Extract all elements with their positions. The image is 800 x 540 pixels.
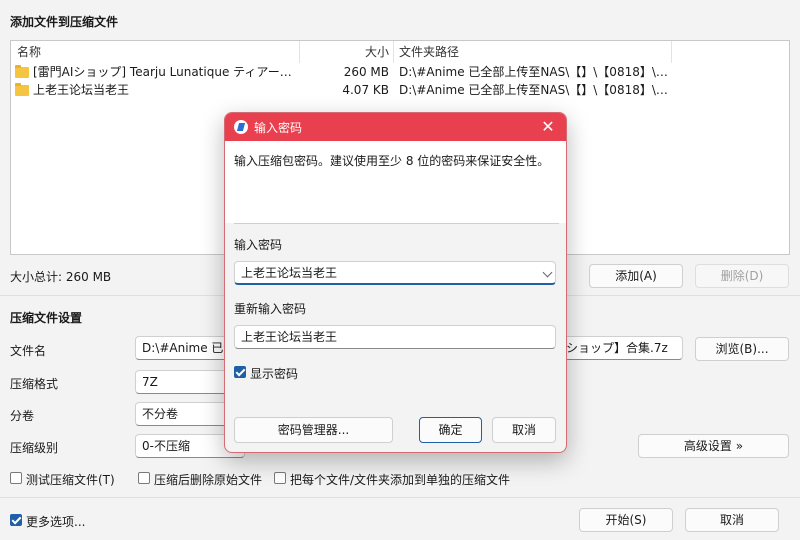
app-icon — [234, 120, 248, 134]
close-icon[interactable]: ✕ — [540, 118, 556, 136]
column-header-name[interactable]: 名称 — [17, 41, 41, 63]
delete-after-label[interactable]: 压缩后删除原始文件 — [154, 471, 262, 488]
test-archive-checkbox[interactable] — [10, 472, 22, 484]
more-options-checkbox[interactable] — [10, 514, 22, 526]
password-dialog: 输入密码 ✕ 输入压缩包密码。建议使用至少 8 位的密码来保证安全性。 输入密码… — [224, 112, 567, 453]
file-row[interactable]: [雷門AIショップ] Tearju Lunatique ティアーユ・... 26… — [11, 63, 789, 82]
file-size: 4.07 KB — [342, 83, 389, 97]
delete-button[interactable]: 删除(D) — [695, 264, 789, 288]
chevron-down-icon[interactable] — [542, 267, 553, 278]
volume-value: 不分卷 — [142, 407, 179, 421]
level-value: 0-不压缩 — [142, 439, 190, 453]
delete-after-checkbox[interactable] — [138, 472, 150, 484]
file-list-header: 名称 大小 文件夹路径 — [11, 41, 789, 63]
format-value: 7Z — [142, 375, 158, 389]
level-label: 压缩级别 — [10, 441, 59, 455]
folder-icon — [15, 83, 29, 96]
file-size: 260 MB — [343, 65, 389, 79]
dialog-divider — [234, 223, 559, 224]
separate-archives-checkbox[interactable] — [274, 472, 286, 484]
show-password-label[interactable]: 显示密码 — [250, 365, 298, 382]
cancel-button[interactable]: 取消 — [685, 508, 779, 532]
file-row[interactable]: 上老王论坛当老王 4.07 KB D:\#Anime 已全部上传至NAS\【】\… — [11, 81, 789, 100]
format-label: 压缩格式 — [10, 377, 59, 391]
reenter-password-value: 上老王论坛当老王 — [241, 330, 338, 344]
dialog-hint-area: 输入压缩包密码。建议使用至少 8 位的密码来保证安全性。 — [225, 141, 566, 223]
filename-value: D:\#Anime 已全 — [142, 341, 236, 355]
column-header-size[interactable]: 大小 — [301, 41, 389, 63]
test-archive-label[interactable]: 测试压缩文件(T) — [26, 471, 115, 488]
password-manager-button[interactable]: 密码管理器... — [234, 417, 393, 443]
password-value: 上老王论坛当老王 — [241, 266, 338, 280]
settings-section-title: 压缩文件设置 — [10, 311, 83, 325]
start-button[interactable]: 开始(S) — [579, 508, 673, 532]
file-path: D:\#Anime 已全部上传至NAS\【】\【0818】\【... — [399, 83, 669, 97]
column-header-path[interactable]: 文件夹路径 — [399, 41, 459, 63]
dialog-title: 输入密码 — [254, 121, 303, 135]
total-size: 大小总计: 260 MB — [10, 270, 112, 284]
advanced-settings-button[interactable]: 高级设置 » — [638, 434, 789, 458]
dialog-cancel-button[interactable]: 取消 — [492, 417, 556, 443]
filename-value-tail: ショップ】合集.7z — [566, 341, 668, 355]
browse-button[interactable]: 浏览(B)... — [695, 337, 789, 361]
show-password-checkbox[interactable] — [234, 366, 246, 378]
dialog-title-bar[interactable]: 输入密码 ✕ — [225, 113, 566, 141]
volume-label: 分卷 — [10, 409, 35, 423]
file-path: D:\#Anime 已全部上传至NAS\【】\【0818】\【... — [399, 65, 669, 79]
filename-label: 文件名 — [10, 344, 47, 358]
ok-button[interactable]: 确定 — [419, 417, 482, 443]
file-name: 上老王论坛当老王 — [33, 83, 130, 97]
reenter-password-input[interactable]: 上老王论坛当老王 — [234, 325, 556, 349]
files-section-title: 添加文件到压缩文件 — [10, 15, 119, 29]
dialog-hint: 输入压缩包密码。建议使用至少 8 位的密码来保证安全性。 — [234, 154, 550, 168]
separate-archives-label[interactable]: 把每个文件/文件夹添加到单独的压缩文件 — [290, 471, 510, 488]
password-label: 输入密码 — [234, 238, 283, 252]
file-name: [雷門AIショップ] Tearju Lunatique ティアーユ・... — [33, 65, 297, 79]
folder-icon — [15, 65, 29, 78]
add-button[interactable]: 添加(A) — [589, 264, 683, 288]
divider — [0, 497, 800, 498]
reenter-password-label: 重新输入密码 — [234, 302, 307, 316]
more-options-label[interactable]: 更多选项... — [26, 513, 85, 530]
password-input[interactable]: 上老王论坛当老王 — [234, 261, 556, 285]
